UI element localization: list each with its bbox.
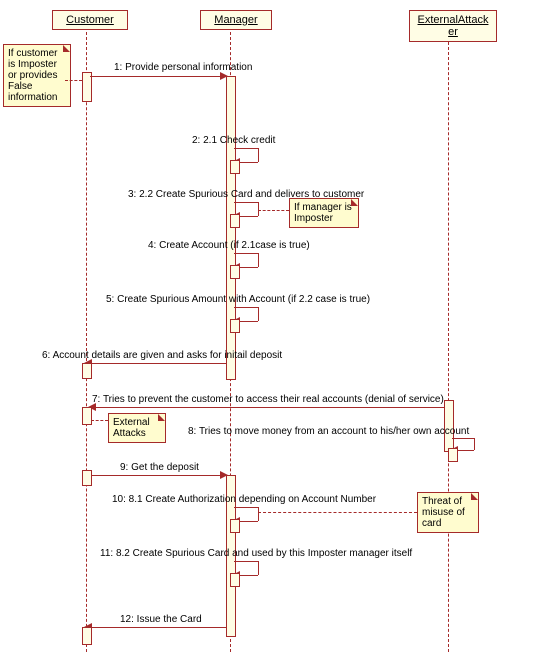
msg-10-top (234, 507, 258, 508)
msg-11-vert (258, 561, 259, 575)
msg-5-top (234, 307, 258, 308)
activation-msg3 (230, 214, 240, 228)
msg-1-arrow (90, 76, 222, 77)
msg-10-bot (238, 521, 258, 522)
activation-customer-9 (82, 470, 92, 486)
msg-2-bot (238, 162, 258, 163)
msg-8-vert (474, 438, 475, 450)
msg-5-label: 5: Create Spurious Amount with Account (… (106, 294, 370, 305)
note-attach-2 (258, 210, 289, 211)
activation-msg10 (230, 519, 240, 533)
note-manager-imposter: If manager is Imposter (289, 198, 359, 228)
msg-2-label: 2: 2.1 Check credit (192, 135, 275, 146)
lifeline-customer: Customer (52, 10, 128, 30)
msg-5-vert (258, 307, 259, 321)
note-attach-3 (91, 420, 108, 421)
msg-4-vert (258, 253, 259, 267)
activation-customer-6 (82, 363, 92, 379)
activation-msg11 (230, 573, 240, 587)
sequence-diagram: Customer Manager ExternalAttacker If cus… (0, 0, 534, 669)
msg-5-bot (238, 321, 258, 322)
activation-msg5 (230, 319, 240, 333)
note-attach-1 (65, 80, 82, 81)
lifeline-external-attacker: ExternalAttacker (409, 10, 497, 42)
msg-4-top (234, 253, 258, 254)
msg-11-top (234, 561, 258, 562)
msg-3-top (234, 202, 258, 203)
activation-msg4 (230, 265, 240, 279)
msg-4-bot (238, 267, 258, 268)
activation-customer-12 (82, 627, 92, 645)
msg-12-label: 12: Issue the Card (120, 614, 202, 625)
msg-7-arrow (94, 407, 444, 408)
msg-8-top (452, 438, 474, 439)
note-customer-imposter: If customer is Imposter or provides Fals… (3, 44, 71, 107)
activation-msg2 (230, 160, 240, 174)
msg-2-vert (258, 148, 259, 162)
msg-9-arrow (90, 475, 222, 476)
msg-11-label: 11: 8.2 Create Spurious Card and used by… (100, 548, 412, 559)
msg-12-arrow (90, 627, 226, 628)
activation-manager-main (226, 76, 236, 380)
lifeline-line-customer (86, 32, 87, 652)
msg-9-label: 9: Get the deposit (120, 462, 199, 473)
msg-3-vert (258, 202, 259, 216)
msg-7-label: 7: Tries to prevent the customer to acce… (92, 394, 444, 405)
msg-11-bot (238, 575, 258, 576)
msg-1-label: 1: Provide personal information (114, 62, 252, 73)
note-attach-4 (258, 512, 417, 513)
msg-8-label: 8: Tries to move money from an account t… (188, 426, 469, 437)
lifeline-manager: Manager (200, 10, 272, 30)
lifeline-line-attacker (448, 42, 449, 652)
note-external-attacks: External Attacks (108, 413, 166, 443)
activation-msg8 (448, 448, 458, 462)
msg-6-label: 6: Account details are given and asks fo… (42, 350, 282, 361)
activation-customer-7 (82, 407, 92, 425)
note-threat-misuse: Threat of misuse of card (417, 492, 479, 533)
msg-2-top (234, 148, 258, 149)
msg-8-bot (456, 450, 474, 451)
msg-10-vert (258, 507, 259, 521)
msg-4-label: 4: Create Account (if 2.1case is true) (148, 240, 310, 251)
msg-3-bot (238, 216, 258, 217)
msg-10-label: 10: 8.1 Create Authorization depending o… (112, 494, 376, 505)
msg-6-arrow (90, 363, 226, 364)
